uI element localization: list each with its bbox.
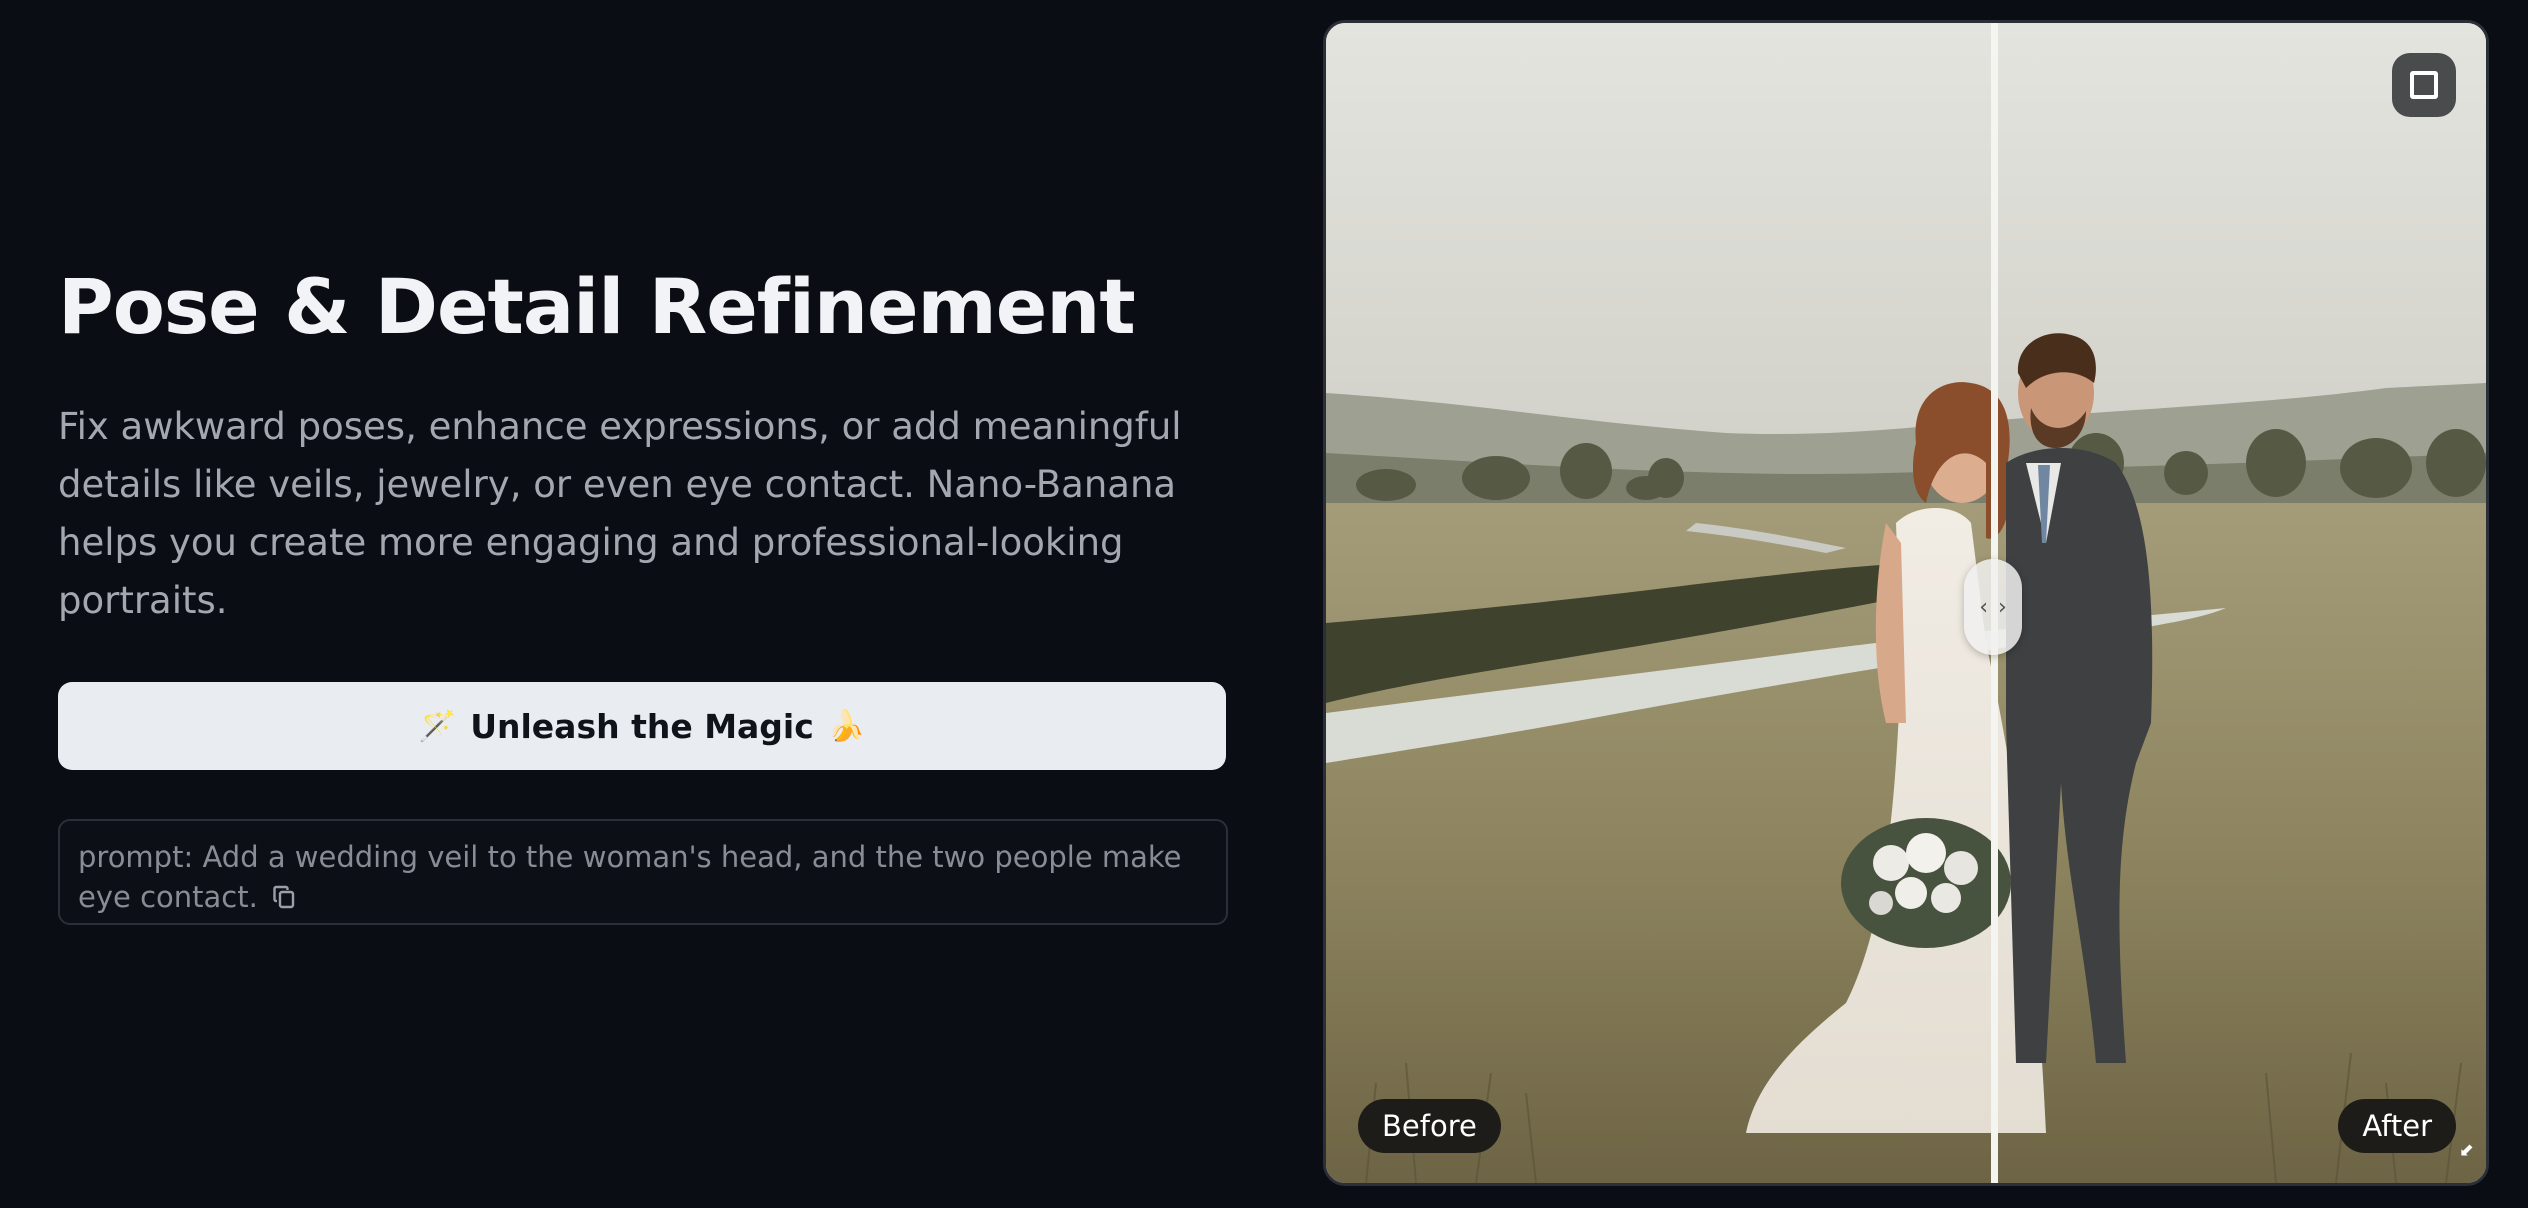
after-label: After [2338, 1099, 2456, 1153]
prompt-text: prompt: Add a wedding veil to the woman'… [78, 840, 1182, 914]
prompt-box: prompt: Add a wedding veil to the woman'… [58, 819, 1228, 925]
magic-wand-icon: 🪄 [418, 708, 457, 744]
feature-section: Pose & Detail Refinement Fix awkward pos… [58, 0, 1228, 1208]
feature-description: Fix awkward poses, enhance expressions, … [58, 405, 1182, 622]
resize-corner-icon: ⬋ [2458, 1140, 2474, 1160]
banana-icon: 🍌 [827, 708, 866, 744]
before-after-compare[interactable]: ‹ › Before After ⬋ [1323, 20, 2489, 1186]
compare-slider-handle[interactable]: ‹ › [1964, 559, 2022, 655]
wedding-photo [1326, 23, 2486, 1183]
chevron-right-icon: › [1998, 594, 2007, 620]
unleash-magic-button[interactable]: 🪄 Unleash the Magic 🍌 [58, 682, 1226, 770]
before-label: Before [1358, 1099, 1501, 1153]
page: Pose & Detail Refinement Fix awkward pos… [0, 0, 2528, 1208]
fullscreen-button[interactable] [2392, 53, 2456, 117]
cta-label: Unleash the Magic [470, 706, 814, 746]
chevron-left-icon: ‹ [1979, 594, 1988, 620]
feature-title: Pose & Detail Refinement [58, 262, 1136, 351]
fullscreen-icon [2410, 71, 2438, 99]
copy-icon[interactable] [273, 885, 295, 909]
